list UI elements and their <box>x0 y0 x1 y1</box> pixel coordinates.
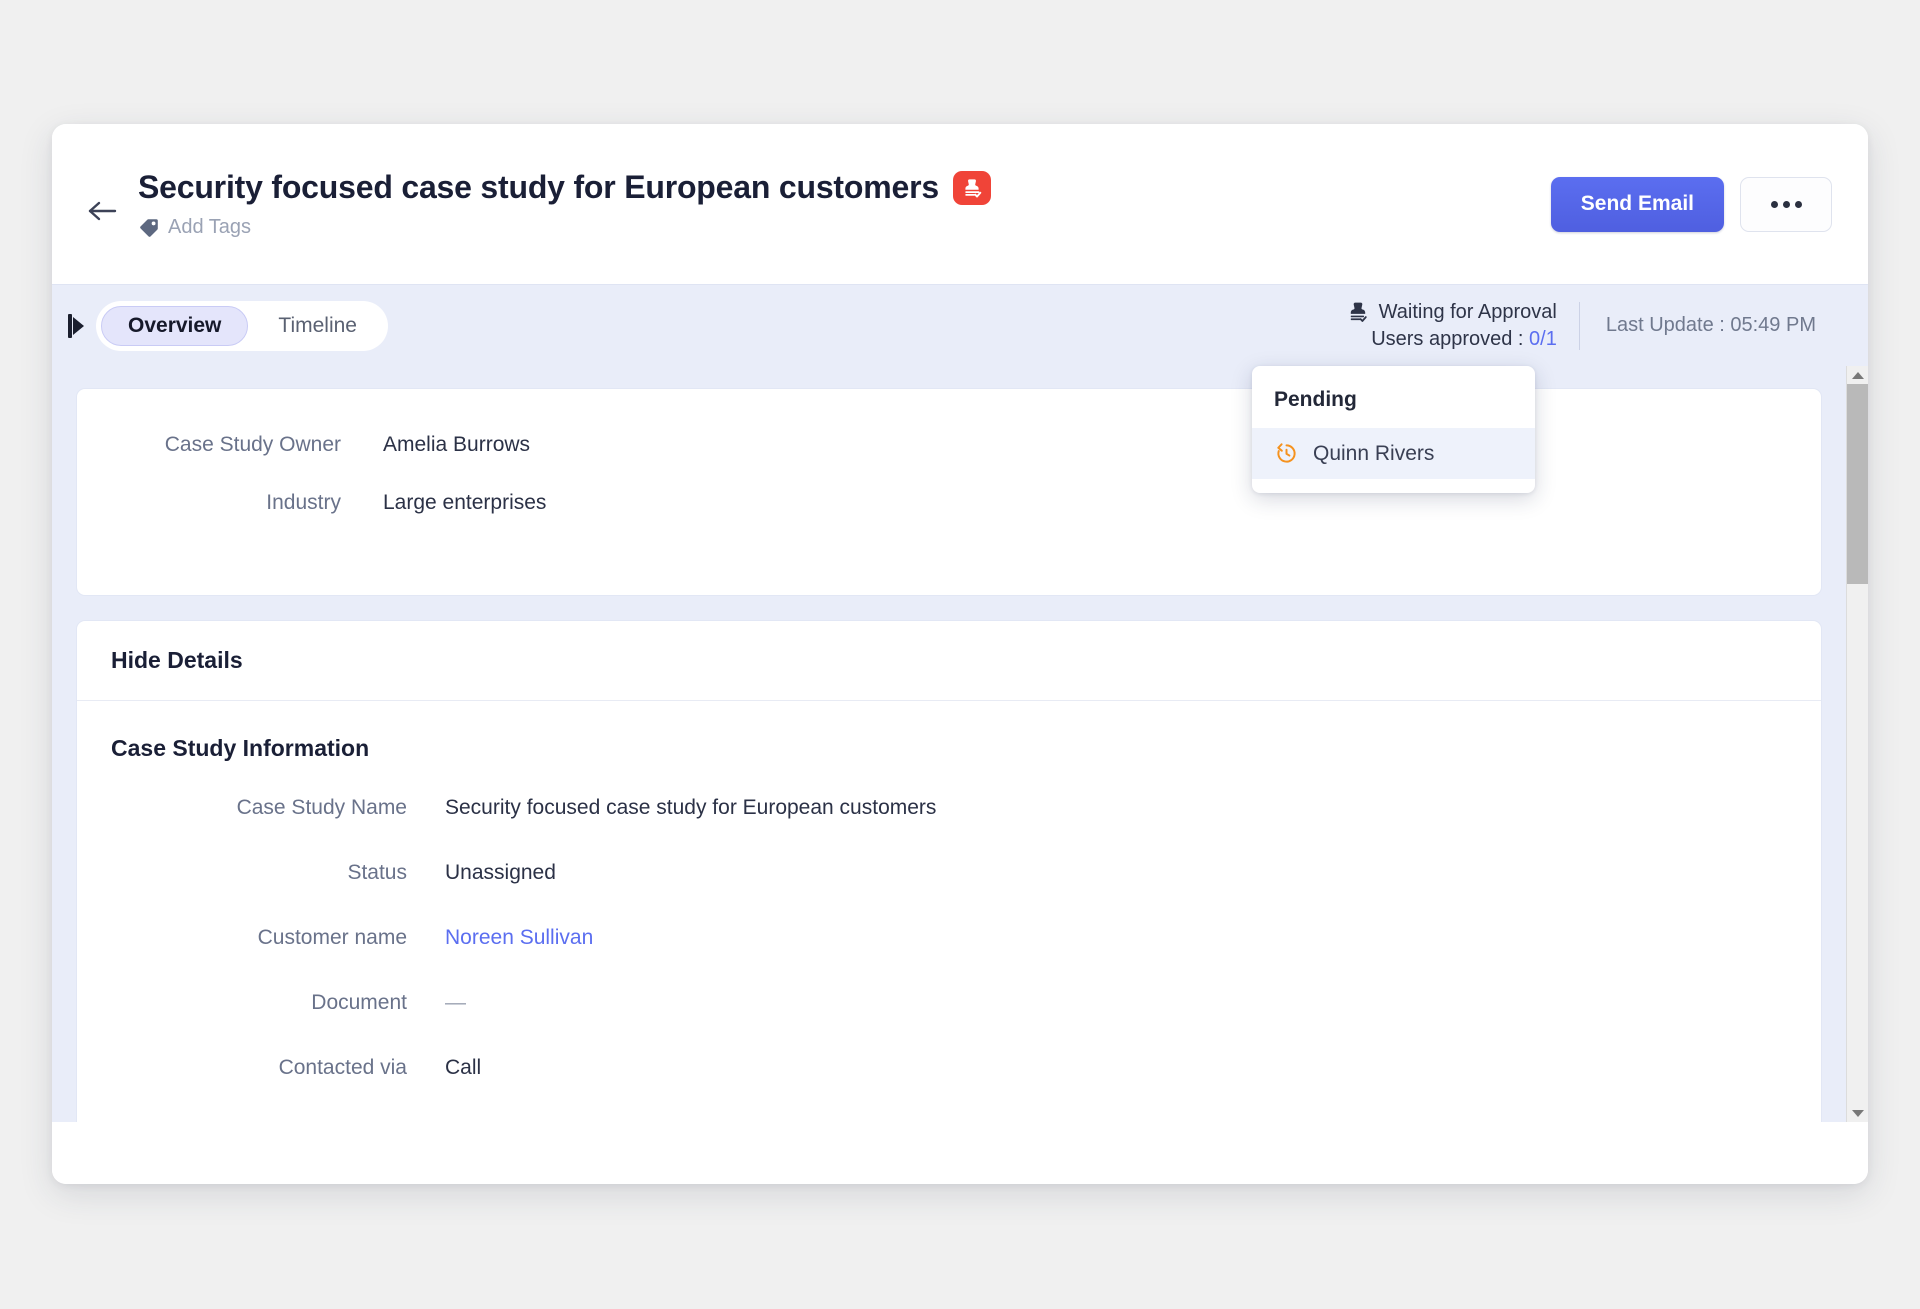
detail-row-label: Case Study Name <box>236 796 407 819</box>
ellipsis-icon <box>1770 200 1778 208</box>
add-tags-label: Add Tags <box>168 216 252 238</box>
detail-row: Case Study Owner Amelia Burrows <box>77 1121 1821 1122</box>
approval-stamp-icon <box>965 178 982 197</box>
summary-row-label: Case Study Owner <box>164 433 341 456</box>
ellipsis-icon <box>1794 200 1802 208</box>
users-approved-count: 0/1 <box>1529 328 1557 350</box>
hide-details-toggle[interactable]: Hide Details <box>77 621 1821 701</box>
detail-row-label: Document <box>311 991 407 1014</box>
pending-approver-name: Quinn Rivers <box>1313 441 1435 465</box>
details-card: Hide Details Case Study Information Case… <box>76 620 1822 1122</box>
detail-row-label: Contacted via <box>278 1056 407 1079</box>
tab-timeline[interactable]: Timeline <box>252 306 383 346</box>
scroll-down-arrow-icon <box>1851 1109 1864 1117</box>
summary-row-label: Industry <box>266 491 341 514</box>
expand-panel-handle[interactable] <box>66 310 86 342</box>
users-approved-label: Users approved : <box>1371 328 1530 350</box>
detail-row: Status Unassigned <box>77 861 1821 885</box>
pending-approver-row[interactable]: Quinn Rivers <box>1252 428 1535 479</box>
pending-approvers-popover: Pending Quinn Rivers <box>1252 366 1535 493</box>
detail-row-value: Amelia Burrows <box>407 1121 592 1122</box>
details-body: Case Study Information Case Study Name S… <box>77 701 1821 1122</box>
approval-status-line: Waiting for Approval <box>1346 300 1557 324</box>
scroll-content: Case Study Owner Amelia Burrows Industry… <box>52 366 1846 1122</box>
arrow-left-icon <box>88 201 117 221</box>
approval-stamp-badge[interactable] <box>952 170 991 205</box>
summary-row: Industry Large enterprises <box>77 491 1821 515</box>
last-update-label: Last Update : 05:49 PM <box>1605 314 1816 336</box>
approval-status-block[interactable]: Waiting for Approval Users approved : 0/… <box>1346 300 1579 351</box>
expand-panel-icon <box>68 313 72 338</box>
detail-row: Contacted via Call <box>77 1056 1821 1080</box>
detail-row: Customer name Noreen Sullivan <box>77 926 1821 950</box>
scroll-up-arrow-icon <box>1851 371 1864 379</box>
scrollbar-track[interactable] <box>1847 384 1868 1104</box>
scrollbar-thumb[interactable] <box>1847 384 1868 584</box>
section-title: Case Study Information <box>111 735 370 761</box>
detail-row: Case Study Name Security focused case st… <box>77 796 1821 820</box>
detail-row-value: Unassigned <box>445 861 556 884</box>
ellipsis-icon <box>1782 200 1790 208</box>
customer-name-link[interactable]: Noreen Sullivan <box>407 926 593 950</box>
tab-bar: Overview Timeline Waiting for Approval U… <box>52 284 1868 366</box>
approval-stamp-icon <box>1350 302 1367 322</box>
send-email-button[interactable]: Send Email <box>1550 176 1724 232</box>
vertical-scrollbar[interactable] <box>1846 366 1868 1122</box>
detail-row-label: Status <box>347 861 407 884</box>
header-actions: Send Email <box>1550 176 1832 232</box>
popover-title: Pending <box>1274 388 1357 411</box>
tab-overview[interactable]: Overview <box>101 305 249 346</box>
summary-row-value: Amelia Burrows <box>383 433 531 456</box>
summary-card: Case Study Owner Amelia Burrows Industry… <box>76 388 1822 596</box>
back-button[interactable] <box>80 189 124 233</box>
chevron-right-icon <box>73 316 84 335</box>
clock-rotate-left-icon <box>1277 443 1296 463</box>
scroll-up-button[interactable] <box>1847 366 1868 384</box>
page-title: Security focused case study for European… <box>138 169 939 205</box>
tab-group: Overview Timeline <box>96 300 388 351</box>
approval-area: Waiting for Approval Users approved : 0/… <box>1346 300 1834 351</box>
add-tags-button[interactable]: Add Tags <box>138 216 1551 239</box>
detail-row: Document — <box>77 991 1821 1015</box>
detail-row-value: Call <box>445 1056 482 1079</box>
detail-row-label: Case Study Owner <box>77 1121 407 1122</box>
tag-icon <box>138 217 160 239</box>
detail-row-value: Security focused case study for European… <box>445 796 937 819</box>
more-options-button[interactable] <box>1740 176 1832 232</box>
modal-footer <box>52 1122 1868 1184</box>
summary-row-value: Large enterprises <box>383 491 547 514</box>
approval-status-label: Waiting for Approval <box>1378 300 1557 323</box>
record-detail-modal: Security focused case study for European… <box>52 124 1868 1184</box>
modal-header: Security focused case study for European… <box>52 124 1868 284</box>
body-wrap: Case Study Owner Amelia Burrows Industry… <box>52 366 1868 1122</box>
scroll-down-button[interactable] <box>1847 1104 1868 1122</box>
title-row: Security focused case study for European… <box>138 169 1551 206</box>
users-approved-line: Users approved : 0/1 <box>1346 328 1557 351</box>
summary-row: Case Study Owner Amelia Burrows <box>77 433 1821 457</box>
detail-row-label: Customer name <box>257 926 407 949</box>
title-block: Security focused case study for European… <box>138 169 1551 239</box>
detail-row-value: — <box>445 991 466 1014</box>
